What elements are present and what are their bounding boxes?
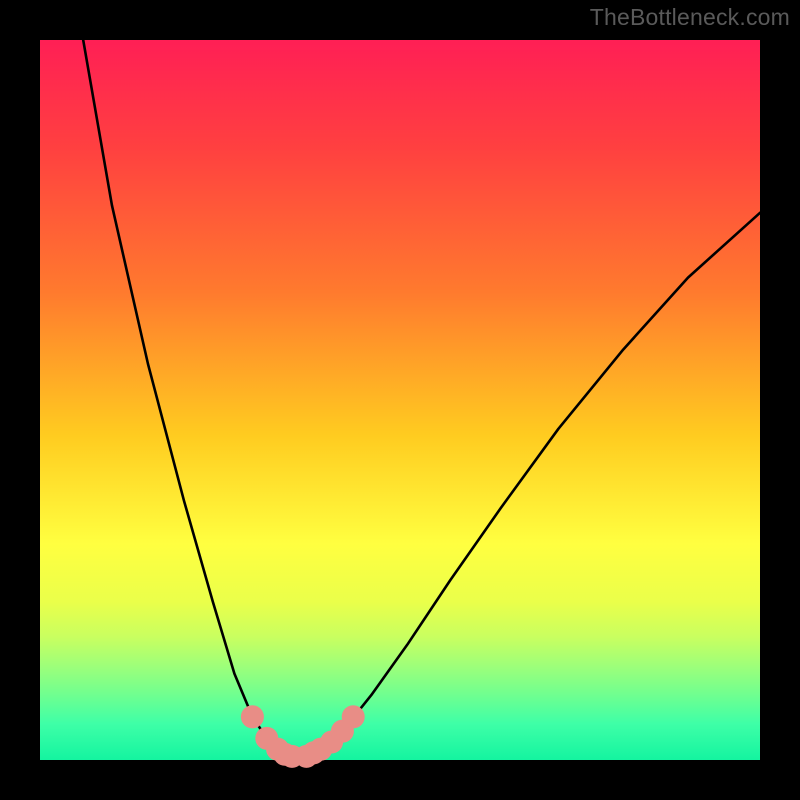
valley-marker	[241, 705, 264, 728]
watermark-label: TheBottleneck.com	[590, 4, 790, 31]
chart-svg	[40, 40, 760, 760]
valley-marker	[342, 705, 365, 728]
curve-right-branch	[306, 213, 760, 757]
curve-group	[83, 40, 760, 756]
chart-frame: TheBottleneck.com	[0, 0, 800, 800]
curve-left-branch	[83, 40, 292, 756]
marker-group	[241, 705, 365, 768]
